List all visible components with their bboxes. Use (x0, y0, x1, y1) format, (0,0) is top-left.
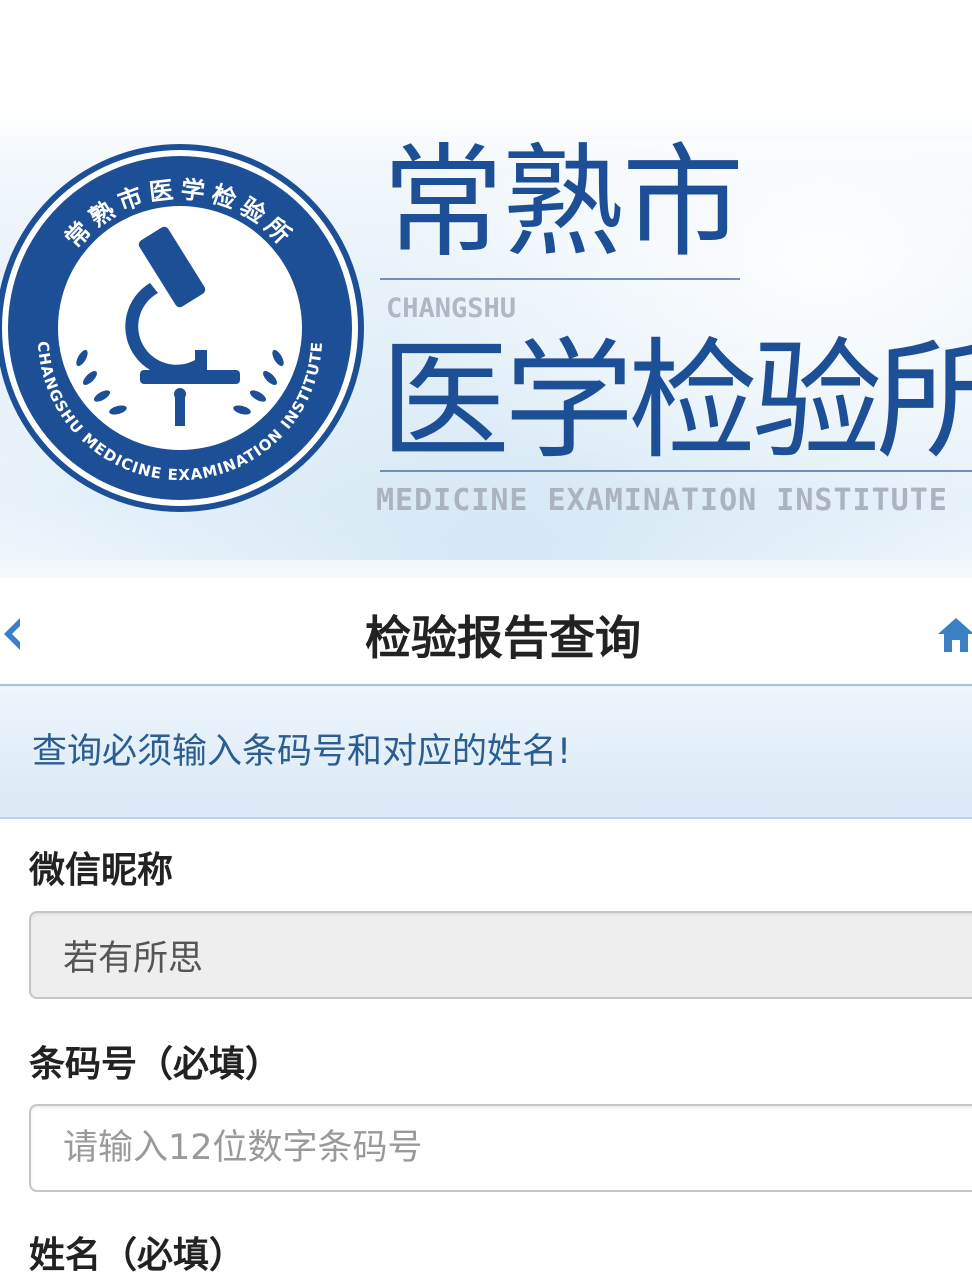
nickname-label: 微信昵称 (29, 850, 174, 891)
banner-title-cn-line1: 常熟市 (382, 132, 744, 274)
institute-logo: 常熟市医学检验所 CHANGSHU MEDICINE EXAMINATION I… (0, 144, 364, 512)
home-icon[interactable] (936, 612, 972, 656)
banner-title-en-line2: MEDICINE EXAMINATION INSTITUTE (376, 483, 948, 518)
banner-title-en-line1: CHANGSHU (386, 293, 517, 324)
banner-divider (380, 278, 740, 280)
barcode-label: 条码号（必填） (29, 1044, 282, 1085)
page-title: 检验报告查询 (365, 611, 641, 665)
header-banner: 常熟市医学检验所 CHANGSHU MEDICINE EXAMINATION I… (0, 0, 972, 578)
name-label: 姓名（必填） (29, 1235, 246, 1276)
barcode-input[interactable] (29, 1104, 972, 1192)
banner-divider (380, 470, 972, 472)
nickname-field[interactable] (29, 911, 972, 999)
notice-text: 查询必须输入条码号和对应的姓名! (32, 732, 572, 772)
banner-title-cn-line2: 医学检验所 (380, 325, 972, 477)
